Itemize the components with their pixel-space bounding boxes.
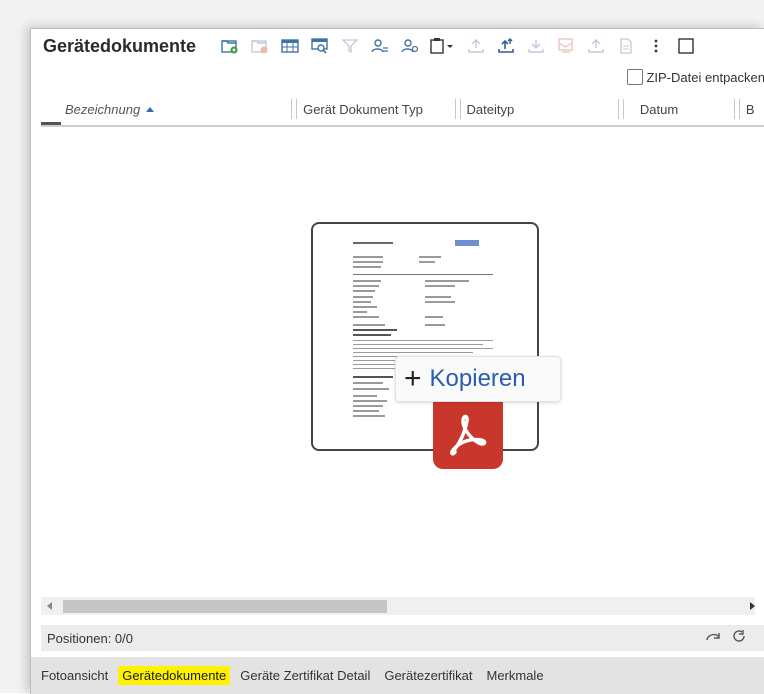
zip-extract-label: ZIP-Datei entpacken bbox=[646, 69, 764, 85]
sort-ascending-icon bbox=[146, 106, 155, 112]
filter-icon[interactable] bbox=[337, 33, 363, 59]
column-resize-handle[interactable] bbox=[618, 99, 624, 119]
clipboard-dropdown-icon[interactable] bbox=[427, 33, 459, 59]
refresh-icon[interactable] bbox=[731, 629, 747, 647]
tab-geraete-zertifikat-detail[interactable]: Geräte Zertifikat Detail bbox=[236, 666, 374, 685]
toolbar bbox=[217, 33, 703, 59]
more-vertical-icon[interactable] bbox=[643, 33, 669, 59]
table-icon[interactable] bbox=[277, 33, 303, 59]
upload-doc-icon[interactable] bbox=[583, 33, 609, 59]
folder-add-icon[interactable] bbox=[217, 33, 243, 59]
status-actions bbox=[705, 629, 747, 647]
document-icon[interactable] bbox=[613, 33, 639, 59]
tab-geraetezertifikat[interactable]: Gerätezertifikat bbox=[380, 666, 476, 685]
column-header-datum[interactable]: Datum bbox=[630, 93, 728, 125]
folder-remove-icon[interactable] bbox=[247, 33, 273, 59]
scroll-left-icon[interactable] bbox=[47, 602, 52, 610]
scrollbar-thumb[interactable] bbox=[63, 600, 387, 613]
column-label-bezeichnung: Bezeichnung bbox=[65, 101, 141, 117]
zip-extract-checkbox[interactable] bbox=[627, 69, 644, 85]
copy-drop-indicator: + Kopieren bbox=[395, 356, 561, 402]
column-label-datum: Datum bbox=[639, 101, 679, 117]
tab-bar: Fotoansicht Gerätedokumente Geräte Zerti… bbox=[31, 657, 764, 694]
column-header-dateityp[interactable]: Dateityp bbox=[467, 93, 613, 125]
window-search-icon[interactable] bbox=[307, 33, 333, 59]
checkbox-icon[interactable] bbox=[673, 33, 699, 59]
column-resize-handle[interactable] bbox=[734, 99, 740, 119]
tab-merkmale[interactable]: Merkmale bbox=[482, 666, 547, 685]
panel-title: Gerätedokumente bbox=[43, 35, 197, 56]
tab-geraetedokumente[interactable]: Gerätedokumente bbox=[118, 666, 231, 685]
horizontal-scrollbar[interactable] bbox=[41, 597, 755, 615]
column-label-geraet-dokument-typ: Gerät Dokument Typ bbox=[303, 101, 423, 117]
mail-icon[interactable] bbox=[553, 33, 579, 59]
column-label-b: B bbox=[745, 101, 755, 117]
column-header-geraet-dokument-typ[interactable]: Gerät Dokument Typ bbox=[303, 93, 449, 125]
dragged-document-preview bbox=[311, 222, 539, 451]
status-bar: Positionen: 0/0 bbox=[41, 625, 764, 651]
tab-fotoansicht[interactable]: Fotoansicht bbox=[37, 666, 112, 685]
user-search-icon[interactable] bbox=[367, 33, 393, 59]
plus-icon: + bbox=[404, 362, 422, 395]
column-label-dateityp: Dateityp bbox=[466, 101, 515, 117]
user-search-alt-icon[interactable] bbox=[397, 33, 423, 59]
download-icon[interactable] bbox=[523, 33, 549, 59]
column-header-bezeichnung[interactable]: Bezeichnung bbox=[41, 93, 285, 125]
copy-label: Kopieren bbox=[429, 365, 526, 392]
column-resize-handle[interactable] bbox=[291, 99, 298, 119]
panel-header: Gerätedokumente bbox=[31, 29, 764, 63]
documents-panel: Gerätedokumente ZIP-Datei entpacken Beze… bbox=[30, 28, 764, 694]
redo-icon[interactable] bbox=[705, 629, 721, 647]
table-header: Bezeichnung Gerät Dokument Typ Dateityp … bbox=[41, 93, 764, 127]
scroll-right-icon[interactable] bbox=[750, 602, 755, 610]
column-header-b[interactable]: B bbox=[746, 93, 764, 125]
upload-icon[interactable] bbox=[463, 33, 489, 59]
column-resize-handle[interactable] bbox=[454, 99, 461, 119]
upload-multi-icon[interactable] bbox=[493, 33, 519, 59]
positions-count: Positionen: 0/0 bbox=[47, 630, 134, 646]
pdf-file-icon bbox=[433, 397, 503, 469]
zip-extract-option[interactable]: ZIP-Datei entpacken bbox=[627, 69, 764, 85]
